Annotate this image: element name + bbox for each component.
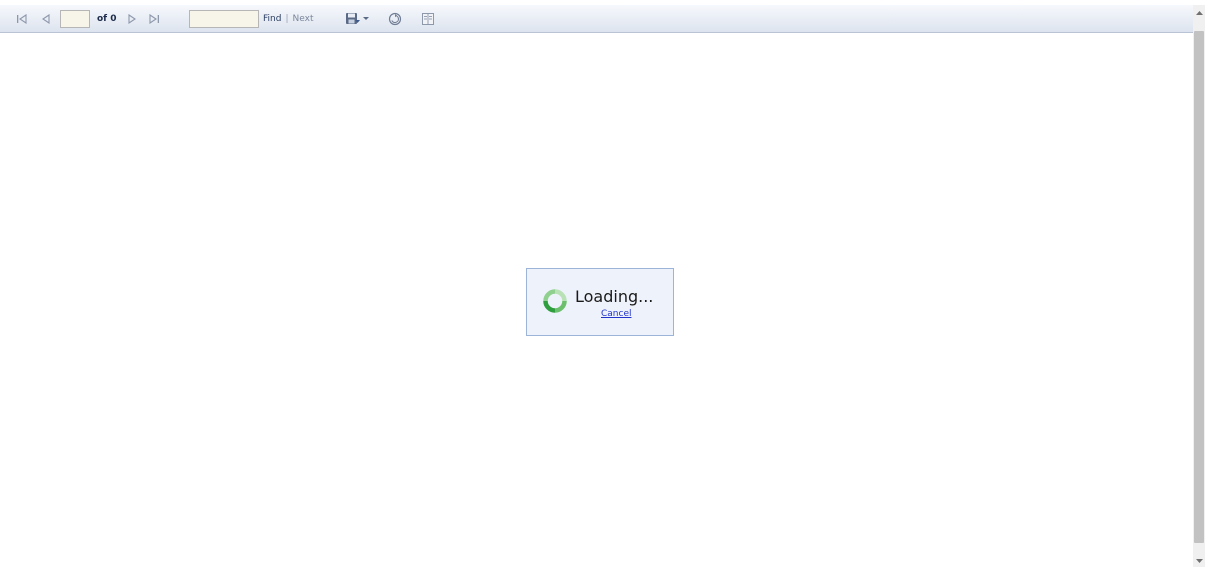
refresh-button[interactable] [387,5,403,33]
cancel-link[interactable]: Cancel [601,309,632,319]
first-page-icon [14,11,30,27]
next-page-icon [124,11,140,27]
print-layout-icon [420,11,436,27]
export-dropdown-button[interactable] [344,5,370,33]
previous-page-icon [38,11,54,27]
find-separator: | [285,14,289,24]
loading-spinner-icon [543,289,567,313]
report-toolbar: of 0 Find | Next [0,5,1193,33]
page-count-label: of 0 [97,14,117,24]
find-next-button[interactable]: Next [293,14,314,24]
scrollbar-thumb[interactable] [1194,31,1204,543]
loading-text: Loading... [575,287,654,306]
scroll-up-arrow-icon[interactable] [1193,7,1205,19]
previous-page-button[interactable] [38,5,54,33]
first-page-button[interactable] [14,5,30,33]
last-page-icon [146,11,162,27]
find-text-input[interactable] [189,10,259,28]
loading-panel: Loading... Cancel [526,268,674,336]
report-viewer: of 0 Find | Next Loading... Cancel [0,0,1208,567]
save-export-icon [344,11,362,27]
vertical-scrollbar[interactable] [1193,5,1205,567]
page-number-input[interactable] [60,10,90,28]
scroll-down-arrow-icon[interactable] [1193,555,1205,567]
find-button[interactable]: Find [263,14,281,24]
last-page-button[interactable] [146,5,162,33]
next-page-button[interactable] [124,5,140,33]
print-layout-button[interactable] [420,5,436,33]
refresh-icon [387,11,403,27]
chevron-down-icon [362,11,370,27]
